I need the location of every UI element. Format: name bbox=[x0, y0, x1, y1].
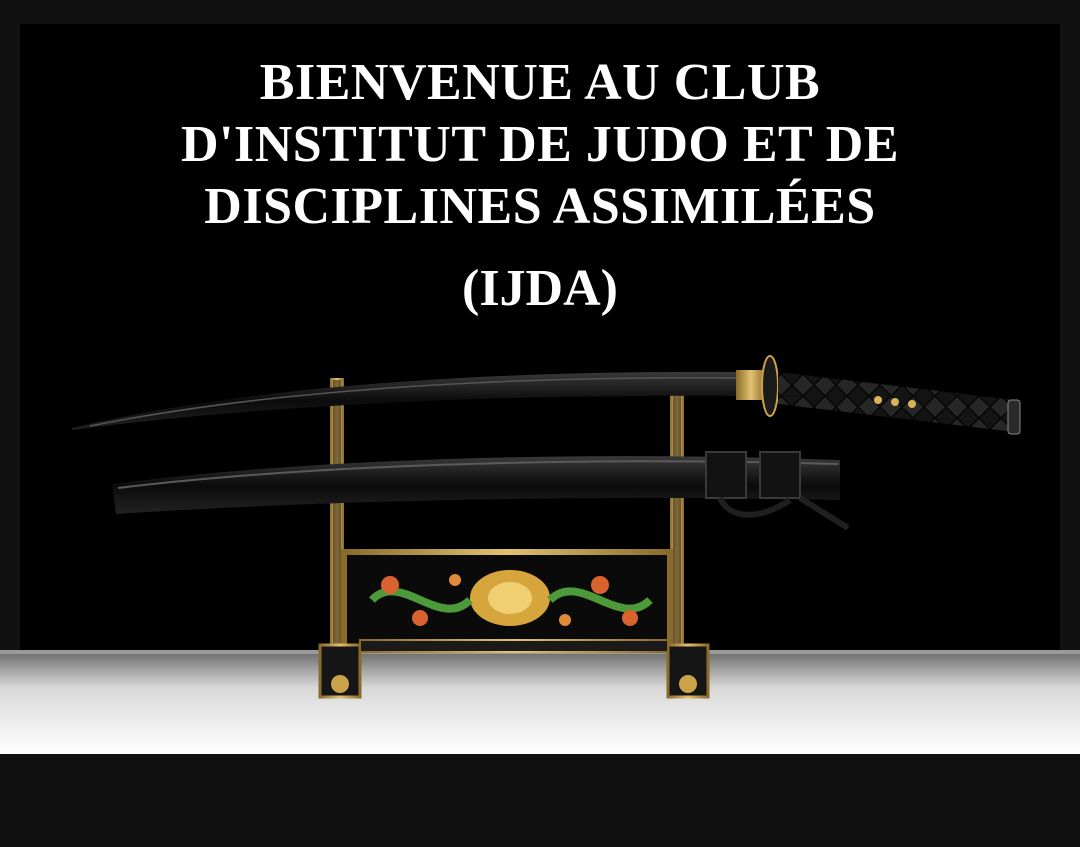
club-acronym: (IJDA) bbox=[462, 260, 618, 317]
welcome-title-line-2: D'INSTITUT DE JUDO ET DE bbox=[180, 116, 900, 173]
welcome-title-line-1: BIENVENUE AU CLUB bbox=[259, 54, 821, 111]
welcome-title: BIENVENUE AU CLUB D'INSTITUT DE JUDO ET … bbox=[0, 52, 1080, 238]
display-surface bbox=[0, 652, 1080, 754]
welcome-banner: BIENVENUE AU CLUB D'INSTITUT DE JUDO ET … bbox=[0, 0, 1080, 847]
welcome-title-line-3: DISCIPLINES ASSIMILÉES bbox=[204, 178, 876, 235]
